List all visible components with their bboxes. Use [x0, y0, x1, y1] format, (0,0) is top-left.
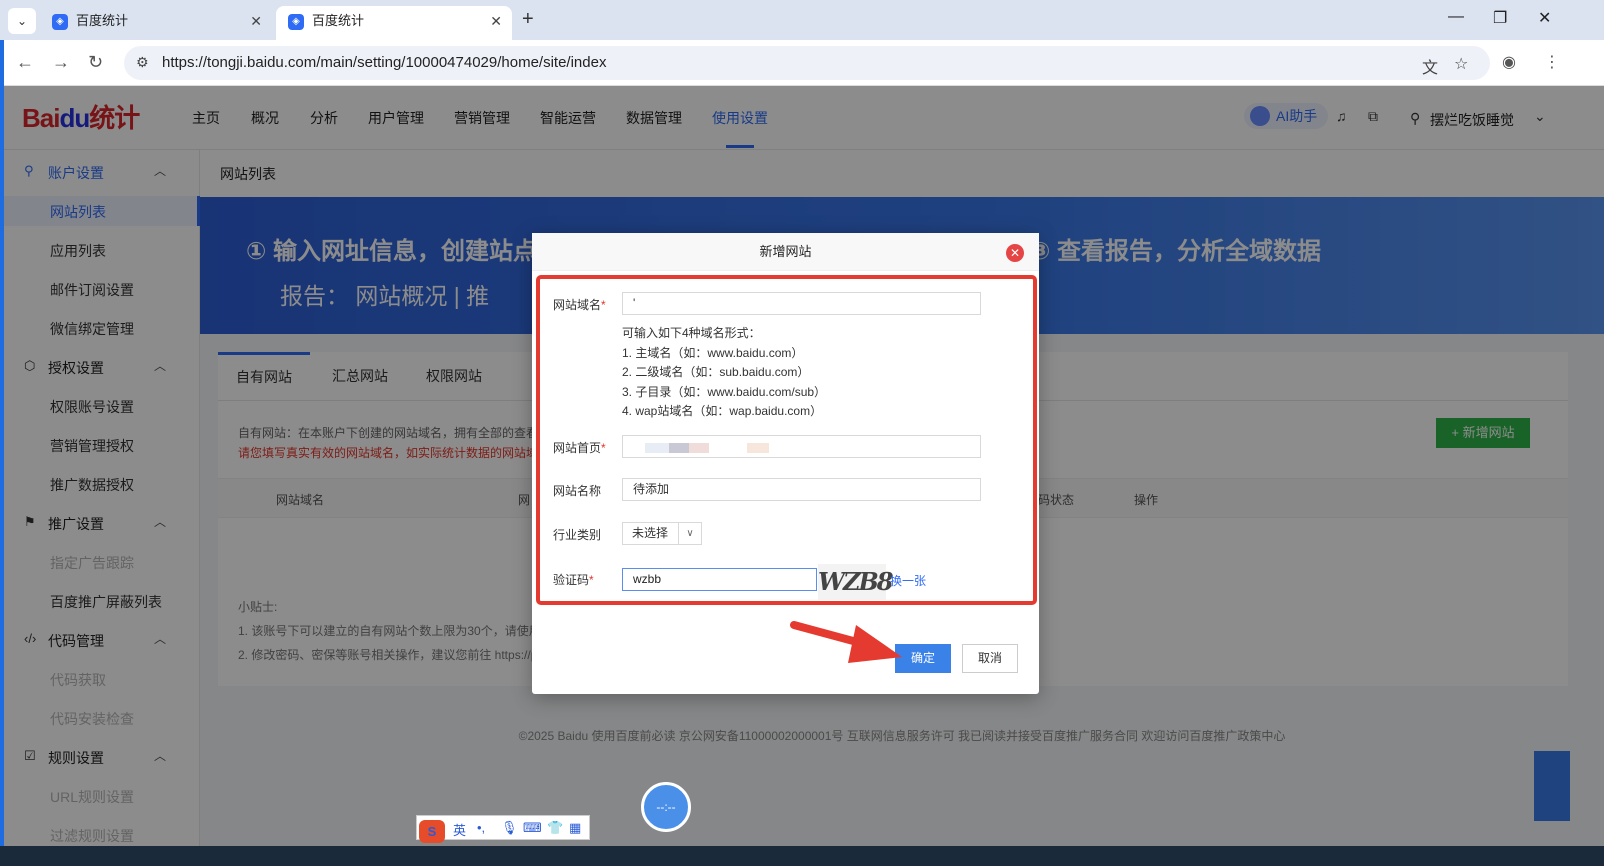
- site-name-label: 网站名称: [553, 484, 602, 498]
- refresh-captcha-link[interactable]: 换一张: [890, 572, 926, 589]
- ime-language[interactable]: 英: [453, 820, 466, 839]
- homepage-input[interactable]: [622, 435, 981, 458]
- domain-hint-1: 1. 主域名（如：www.baidu.com）: [622, 346, 804, 360]
- domain-hint-2: 2. 二级域名（如：sub.baidu.com）: [622, 365, 810, 379]
- industry-label: 行业类别: [553, 528, 602, 542]
- industry-selected-value: 未选择: [632, 526, 669, 540]
- red-arrow-annotation: [790, 621, 902, 663]
- homepage-label: 网站首页*: [553, 439, 606, 456]
- add-site-dialog: 新增网站 ✕ 网站域名* ' 可输入如下4种域名形式： 1. 主域名（如：www…: [532, 233, 1039, 694]
- captcha-image[interactable]: WZB8: [818, 564, 893, 600]
- microphone-icon[interactable]: 🎙: [501, 820, 518, 836]
- apps-grid-icon[interactable]: ▦: [569, 820, 581, 836]
- keyboard-icon[interactable]: ⌨: [523, 820, 542, 836]
- taskbar: [0, 846, 1604, 866]
- redacted-block: [645, 443, 669, 453]
- chevron-down-icon: ∨: [678, 523, 701, 544]
- domain-label-text: 网站域名: [553, 298, 602, 312]
- captcha-label: 验证码*: [553, 571, 594, 588]
- required-mark: *: [601, 298, 606, 312]
- ime-toolbar[interactable]: S 英 •, 🎙 ⌨ 👕 ▦: [416, 815, 590, 843]
- domain-hint-4: 4. wap站域名（如：wap.baidu.com）: [622, 404, 823, 418]
- domain-hint-3: 3. 子目录（如：www.baidu.com/sub）: [622, 385, 827, 399]
- sogou-ime-logo: S: [419, 820, 445, 843]
- domain-label: 网站域名*: [553, 296, 606, 313]
- redacted-block: [747, 443, 769, 453]
- site-name-input[interactable]: 待添加: [622, 478, 981, 501]
- redacted-block: [689, 443, 709, 453]
- industry-select[interactable]: 未选择 ∨: [622, 522, 702, 545]
- captcha-input[interactable]: wzbb: [622, 568, 817, 591]
- required-mark: *: [601, 441, 606, 455]
- domain-input[interactable]: ': [622, 292, 981, 315]
- skin-icon[interactable]: 👕: [547, 820, 563, 836]
- required-mark: *: [589, 573, 594, 587]
- captcha-label-text: 验证码: [553, 573, 590, 587]
- dialog-title: 新增网站: [532, 233, 1039, 271]
- close-icon[interactable]: ✕: [1006, 244, 1024, 262]
- cancel-button[interactable]: 取消: [962, 644, 1018, 673]
- homepage-label-text: 网站首页: [553, 441, 602, 455]
- domain-hint-title: 可输入如下4种域名形式：: [622, 326, 761, 340]
- floating-timer-widget[interactable]: --:--: [641, 782, 691, 832]
- redacted-block: [669, 443, 689, 453]
- ime-punctuation[interactable]: •,: [477, 820, 485, 835]
- modal-overlay: 新增网站 ✕ 网站域名* ' 可输入如下4种域名形式： 1. 主域名（如：www…: [0, 0, 1604, 866]
